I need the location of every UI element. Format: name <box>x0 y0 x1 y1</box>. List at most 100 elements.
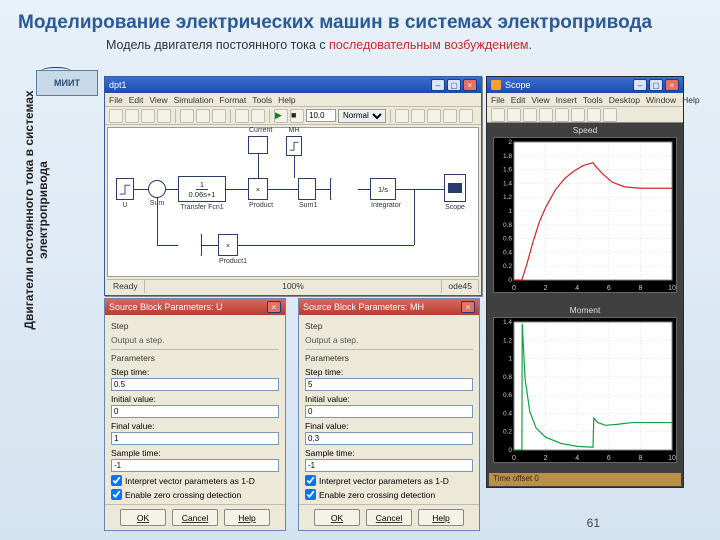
ok-button[interactable]: OK <box>120 509 166 526</box>
float-icon[interactable] <box>603 108 617 122</box>
svg-text:1: 1 <box>508 356 512 363</box>
close-button[interactable]: × <box>665 79 679 91</box>
scope-toolbar <box>487 107 683 123</box>
block-gain-k[interactable]: K <box>178 234 202 256</box>
print-icon[interactable] <box>491 108 505 122</box>
block-label: Sum1 <box>299 202 315 209</box>
app-cluster: dpt1 – ▢ × File Edit View Simulation For… <box>104 76 684 490</box>
help-button[interactable]: Help <box>224 509 270 526</box>
redo-icon[interactable] <box>251 109 265 123</box>
copy-icon[interactable] <box>196 109 210 123</box>
maximize-button[interactable]: ▢ <box>649 79 663 91</box>
initial-value-input[interactable] <box>111 405 279 418</box>
menu-item[interactable]: Help <box>682 95 699 105</box>
svg-text:2: 2 <box>544 455 548 462</box>
close-button[interactable]: × <box>267 301 281 313</box>
block-integrator[interactable]: 1/s Integrator <box>370 178 396 200</box>
menu-item[interactable]: Desktop <box>609 95 640 105</box>
block-label: U <box>117 202 133 209</box>
plot-speed[interactable]: 024681000.20.40.60.811.21.41.61.82 <box>493 137 677 293</box>
block-gain-tm[interactable]: 1/Tm <box>330 178 358 200</box>
vector-1d-checkbox[interactable]: Interpret vector parameters as 1-D <box>305 475 473 486</box>
close-button[interactable]: × <box>463 79 477 91</box>
tool-icon[interactable] <box>427 109 441 123</box>
zero-crossing-checkbox[interactable]: Enable zero crossing detection <box>305 489 473 500</box>
block-product[interactable]: × Product <box>248 178 268 200</box>
help-button[interactable]: Help <box>418 509 464 526</box>
block-sum[interactable]: Sum <box>148 180 166 198</box>
menu-item[interactable]: View <box>531 95 549 105</box>
zoom-y-icon[interactable] <box>539 108 553 122</box>
zoom-x-icon[interactable] <box>523 108 537 122</box>
save-icon[interactable] <box>571 108 585 122</box>
print-icon[interactable] <box>157 109 171 123</box>
block-sum1[interactable]: Sum1 <box>298 178 316 200</box>
menu-item[interactable]: Edit <box>511 95 526 105</box>
block-scope[interactable]: Scope <box>444 174 466 202</box>
menu-item[interactable]: Help <box>278 95 295 105</box>
sample-time-input[interactable] <box>305 459 473 472</box>
final-value-input[interactable] <box>305 432 473 445</box>
step-time-input[interactable] <box>111 378 279 391</box>
menu-item[interactable]: Tools <box>252 95 272 105</box>
block-label: K <box>179 258 201 265</box>
step-time-label: Step time: <box>111 367 279 377</box>
menu-item[interactable]: Window <box>646 95 676 105</box>
block-label: 1/Tm <box>331 202 357 209</box>
menu-item[interactable]: View <box>149 95 167 105</box>
tool-icon[interactable] <box>411 109 425 123</box>
menu-item[interactable]: File <box>109 95 123 105</box>
model-canvas[interactable]: U Sum 1 0.06s+1 Transfer Fcn1 Current MH <box>107 127 479 277</box>
menu-item[interactable]: Format <box>219 95 246 105</box>
maximize-button[interactable]: ▢ <box>447 79 461 91</box>
menu-item[interactable]: Simulation <box>174 95 214 105</box>
autoscale-icon[interactable] <box>555 108 569 122</box>
stop-icon[interactable]: ■ <box>290 109 304 123</box>
menu-item[interactable]: Insert <box>556 95 577 105</box>
close-button[interactable]: × <box>461 301 475 313</box>
block-product1[interactable]: × Product1 <box>218 234 238 256</box>
block-transfer-fcn[interactable]: 1 0.06s+1 Transfer Fcn1 <box>178 176 226 202</box>
cut-icon[interactable] <box>180 109 194 123</box>
play-icon[interactable]: ▶ <box>274 109 288 123</box>
dialog-u-titlebar[interactable]: Source Block Parameters: U × <box>105 299 285 315</box>
block-label: Current <box>249 127 267 134</box>
menu-item[interactable]: Tools <box>583 95 603 105</box>
minimize-button[interactable]: – <box>431 79 445 91</box>
svg-text:0: 0 <box>512 455 516 462</box>
sim-stop-time-input[interactable] <box>306 109 336 122</box>
scope-titlebar[interactable]: Scope – ▢ × <box>487 77 683 93</box>
zoom-icon[interactable] <box>507 108 521 122</box>
undo-icon[interactable] <box>235 109 249 123</box>
save-icon[interactable] <box>141 109 155 123</box>
menu-item[interactable]: File <box>491 95 505 105</box>
new-icon[interactable] <box>109 109 123 123</box>
minimize-button[interactable]: – <box>633 79 647 91</box>
initial-value-input[interactable] <box>305 405 473 418</box>
svg-text:0.2: 0.2 <box>503 263 512 270</box>
cancel-button[interactable]: Cancel <box>366 509 412 526</box>
cancel-button[interactable]: Cancel <box>172 509 218 526</box>
tool-icon[interactable] <box>459 109 473 123</box>
sample-time-input[interactable] <box>111 459 279 472</box>
block-display-current[interactable]: Current <box>248 136 268 154</box>
params-icon[interactable] <box>587 108 601 122</box>
svg-text:8: 8 <box>638 455 642 462</box>
svg-text:0.6: 0.6 <box>503 392 512 399</box>
tool-icon[interactable] <box>443 109 457 123</box>
vector-1d-checkbox[interactable]: Interpret vector parameters as 1-D <box>111 475 279 486</box>
simulink-titlebar[interactable]: dpt1 – ▢ × <box>105 77 481 93</box>
open-icon[interactable] <box>125 109 139 123</box>
paste-icon[interactable] <box>212 109 226 123</box>
block-step-mh[interactable]: MH <box>286 136 302 156</box>
dialog-mh-titlebar[interactable]: Source Block Parameters: MH × <box>299 299 479 315</box>
ok-button[interactable]: OK <box>314 509 360 526</box>
block-step-u[interactable]: U <box>116 178 134 200</box>
menu-item[interactable]: Edit <box>129 95 144 105</box>
final-value-input[interactable] <box>111 432 279 445</box>
step-time-input[interactable] <box>305 378 473 391</box>
zero-crossing-checkbox[interactable]: Enable zero crossing detection <box>111 489 279 500</box>
sim-mode-select[interactable]: Normal <box>338 109 386 123</box>
plot-moment[interactable]: 024681000.20.40.60.811.21.4 <box>493 317 677 463</box>
tool-icon[interactable] <box>395 109 409 123</box>
